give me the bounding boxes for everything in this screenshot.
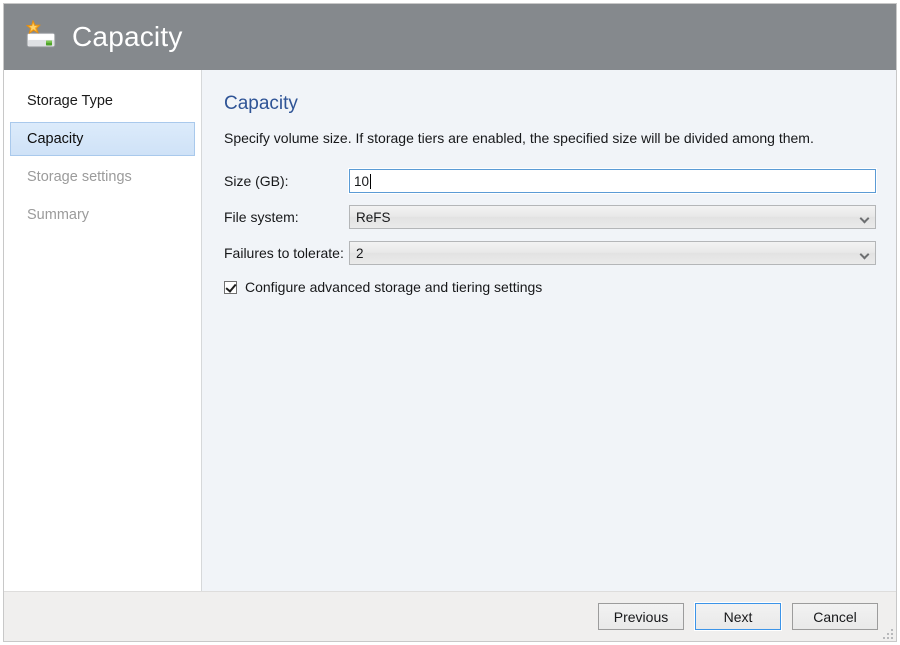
failures-to-tolerate-row: Failures to tolerate: 2 bbox=[224, 241, 876, 265]
resize-grip[interactable] bbox=[881, 627, 893, 639]
next-button[interactable]: Next bbox=[695, 603, 781, 630]
size-input-value: 10 bbox=[354, 174, 369, 189]
chevron-down-icon[interactable] bbox=[853, 242, 875, 264]
failures-to-tolerate-select[interactable]: 2 bbox=[349, 241, 876, 265]
file-system-value: ReFS bbox=[356, 210, 391, 225]
sidebar-item-label: Capacity bbox=[27, 131, 83, 147]
sidebar-item-summary: Summary bbox=[10, 198, 195, 232]
file-system-select[interactable]: ReFS bbox=[349, 205, 876, 229]
wizard-window: Capacity Storage Type Capacity Storage s… bbox=[3, 3, 897, 642]
page-description: Specify volume size. If storage tiers ar… bbox=[224, 129, 876, 147]
chevron-down-icon[interactable] bbox=[853, 206, 875, 228]
sidebar-item-storage-type[interactable]: Storage Type bbox=[10, 84, 195, 118]
sidebar-item-label: Storage settings bbox=[27, 169, 132, 185]
footer-bar: Previous Next Cancel bbox=[4, 591, 896, 641]
advanced-settings-label: Configure advanced storage and tiering s… bbox=[245, 279, 542, 295]
title-bar: Capacity bbox=[4, 4, 896, 70]
new-volume-disk-icon bbox=[20, 16, 62, 58]
main-content: Capacity Specify volume size. If storage… bbox=[202, 70, 896, 591]
cancel-button[interactable]: Cancel bbox=[792, 603, 878, 630]
page-title: Capacity bbox=[224, 94, 876, 115]
failures-to-tolerate-label: Failures to tolerate: bbox=[224, 245, 349, 261]
size-label: Size (GB): bbox=[224, 173, 349, 189]
file-system-row: File system: ReFS bbox=[224, 205, 876, 229]
size-row: Size (GB): 10 bbox=[224, 169, 876, 193]
file-system-label: File system: bbox=[224, 209, 349, 225]
sidebar-item-label: Summary bbox=[27, 207, 89, 223]
sidebar-item-label: Storage Type bbox=[27, 93, 113, 109]
wizard-sidebar: Storage Type Capacity Storage settings S… bbox=[4, 70, 202, 591]
sidebar-item-storage-settings: Storage settings bbox=[10, 160, 195, 194]
failures-to-tolerate-value: 2 bbox=[356, 246, 364, 261]
size-input[interactable]: 10 bbox=[349, 169, 876, 193]
text-caret bbox=[370, 174, 371, 189]
window-title: Capacity bbox=[72, 23, 183, 51]
previous-button[interactable]: Previous bbox=[598, 603, 684, 630]
window-body: Storage Type Capacity Storage settings S… bbox=[4, 70, 896, 591]
advanced-settings-row[interactable]: Configure advanced storage and tiering s… bbox=[224, 279, 876, 295]
advanced-settings-checkbox[interactable] bbox=[224, 281, 237, 294]
sidebar-item-capacity[interactable]: Capacity bbox=[10, 122, 195, 156]
